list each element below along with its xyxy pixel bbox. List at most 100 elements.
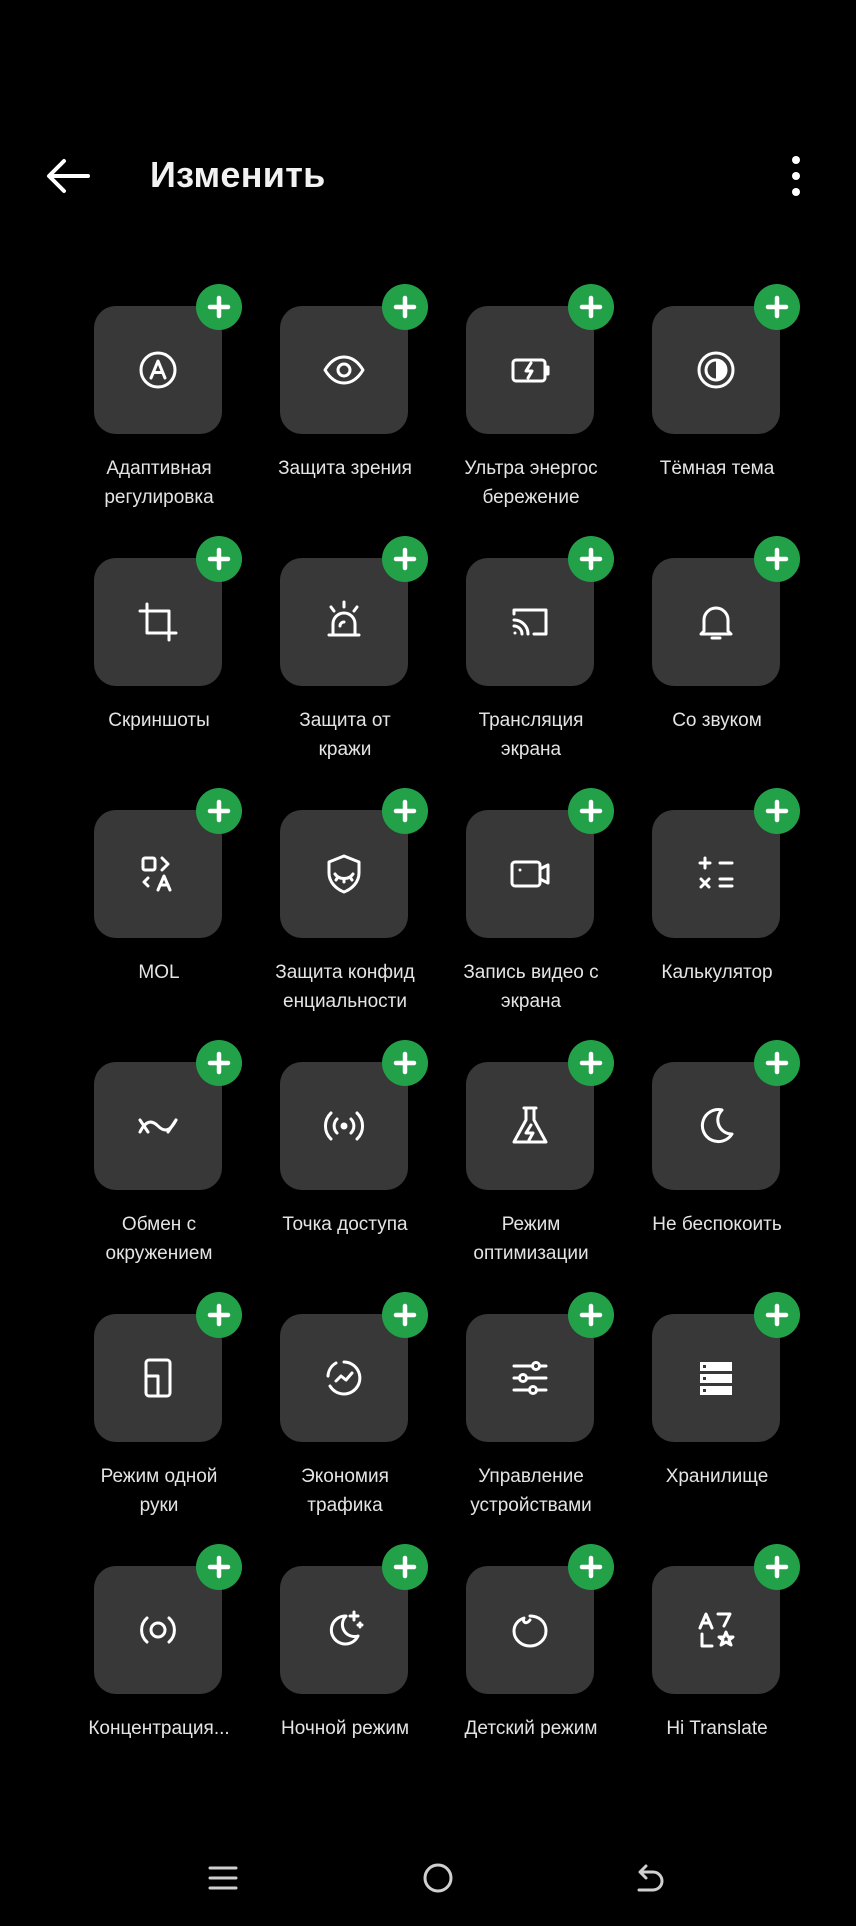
add-tile-button[interactable] bbox=[382, 1544, 428, 1590]
add-tile-button[interactable] bbox=[754, 1292, 800, 1338]
tile-button[interactable] bbox=[652, 558, 780, 686]
tile-button[interactable] bbox=[94, 810, 222, 938]
quick-setting-tile: Со звуком bbox=[624, 536, 810, 804]
tile-button[interactable] bbox=[652, 810, 780, 938]
tile-label: Ультра энергос бережение bbox=[464, 458, 598, 508]
plus-icon bbox=[765, 1303, 789, 1327]
tile-button[interactable] bbox=[280, 1062, 408, 1190]
plus-icon bbox=[579, 1051, 603, 1075]
tile-button[interactable] bbox=[280, 810, 408, 938]
one-hand-icon bbox=[144, 1358, 172, 1398]
plus-icon bbox=[207, 1303, 231, 1327]
add-tile-button[interactable] bbox=[196, 284, 242, 330]
nearby-share-icon bbox=[138, 1118, 178, 1134]
tile-label: Трансляция экрана bbox=[478, 710, 584, 760]
privacy-shield-icon bbox=[327, 854, 361, 894]
add-tile-button[interactable] bbox=[754, 536, 800, 582]
quick-setting-tile: Ночной режим bbox=[252, 1544, 438, 1812]
add-tile-button[interactable] bbox=[196, 1544, 242, 1590]
plus-icon bbox=[393, 799, 417, 823]
tile-label: Управление устройствами bbox=[470, 1466, 592, 1516]
quick-setting-tile: Режим оптимизации bbox=[438, 1040, 624, 1308]
plus-icon bbox=[765, 1555, 789, 1579]
add-tile-button[interactable] bbox=[382, 536, 428, 582]
add-tile-button[interactable] bbox=[568, 1544, 614, 1590]
add-tile-button[interactable] bbox=[382, 788, 428, 834]
quick-setting-tile: Ультра энергос бережение bbox=[438, 284, 624, 552]
plus-icon bbox=[207, 1555, 231, 1579]
tile-label: Защита зрения bbox=[278, 458, 412, 479]
back-button[interactable] bbox=[44, 150, 108, 202]
system-back-button[interactable] bbox=[620, 1850, 680, 1906]
calculator-icon bbox=[698, 856, 734, 889]
tile-button[interactable] bbox=[466, 1566, 594, 1694]
add-tile-button[interactable] bbox=[754, 1040, 800, 1086]
sliders-icon bbox=[512, 1361, 548, 1395]
add-tile-button[interactable] bbox=[754, 284, 800, 330]
more-options-button[interactable] bbox=[776, 148, 816, 204]
add-tile-button[interactable] bbox=[196, 788, 242, 834]
add-tile-button[interactable] bbox=[196, 1292, 242, 1338]
tile-label: Hi Translate bbox=[666, 1718, 768, 1739]
plus-icon bbox=[765, 1051, 789, 1075]
add-tile-button[interactable] bbox=[196, 536, 242, 582]
quick-setting-tile: Калькулятор bbox=[624, 788, 810, 1056]
tile-button[interactable] bbox=[652, 306, 780, 434]
quick-setting-tile: Экономия трафика bbox=[252, 1292, 438, 1560]
tile-button[interactable] bbox=[280, 558, 408, 686]
plus-icon bbox=[579, 295, 603, 319]
tile-button[interactable] bbox=[652, 1566, 780, 1694]
tile-button[interactable] bbox=[94, 306, 222, 434]
plus-icon bbox=[207, 547, 231, 571]
cast-icon bbox=[512, 608, 548, 636]
tile-button[interactable] bbox=[466, 558, 594, 686]
tile-label: Режим оптимизации bbox=[473, 1214, 589, 1264]
add-tile-button[interactable] bbox=[568, 1040, 614, 1086]
tile-button[interactable] bbox=[466, 1062, 594, 1190]
add-tile-button[interactable] bbox=[382, 284, 428, 330]
add-tile-button[interactable] bbox=[382, 1040, 428, 1086]
quick-setting-tile: Запись видео с экрана bbox=[438, 788, 624, 1056]
plus-icon bbox=[207, 295, 231, 319]
plus-icon bbox=[579, 1555, 603, 1579]
home-button[interactable] bbox=[408, 1850, 468, 1906]
tile-button[interactable] bbox=[94, 558, 222, 686]
quick-setting-tile: Защита от кражи bbox=[252, 536, 438, 804]
focus-icon bbox=[140, 1616, 176, 1644]
hi-translate-icon bbox=[698, 1612, 735, 1648]
plus-icon bbox=[579, 799, 603, 823]
add-tile-button[interactable] bbox=[568, 1292, 614, 1338]
tile-button[interactable] bbox=[94, 1062, 222, 1190]
quick-setting-tile: Защита зрения bbox=[252, 284, 438, 552]
menu-button[interactable] bbox=[193, 1850, 253, 1906]
plus-icon bbox=[765, 295, 789, 319]
tile-button[interactable] bbox=[652, 1314, 780, 1442]
tile-button[interactable] bbox=[280, 1566, 408, 1694]
tile-button[interactable] bbox=[94, 1314, 222, 1442]
add-tile-button[interactable] bbox=[196, 1040, 242, 1086]
tile-button[interactable] bbox=[280, 306, 408, 434]
add-tile-button[interactable] bbox=[382, 1292, 428, 1338]
back-return-icon bbox=[637, 1864, 664, 1892]
tile-button[interactable] bbox=[94, 1566, 222, 1694]
quick-setting-tile: Концентрация... bbox=[66, 1544, 252, 1812]
quick-setting-tile: Управление устройствами bbox=[438, 1292, 624, 1560]
add-tile-button[interactable] bbox=[754, 1544, 800, 1590]
battery-saver-icon bbox=[511, 358, 550, 383]
tile-label: Со звуком bbox=[672, 710, 762, 731]
add-tile-button[interactable] bbox=[568, 788, 614, 834]
add-tile-button[interactable] bbox=[568, 536, 614, 582]
add-tile-button[interactable] bbox=[568, 284, 614, 330]
tile-button[interactable] bbox=[652, 1062, 780, 1190]
tile-button[interactable] bbox=[280, 1314, 408, 1442]
tile-label: Концентрация... bbox=[88, 1718, 230, 1739]
tile-button[interactable] bbox=[466, 810, 594, 938]
tile-label: Тёмная тема bbox=[659, 458, 775, 479]
arrow-left-icon bbox=[47, 159, 90, 193]
quick-setting-tile: Детский режим bbox=[438, 1544, 624, 1812]
tile-label: Хранилище bbox=[665, 1466, 769, 1487]
tile-button[interactable] bbox=[466, 306, 594, 434]
add-tile-button[interactable] bbox=[754, 788, 800, 834]
tile-label: MOL bbox=[138, 962, 180, 983]
tile-button[interactable] bbox=[466, 1314, 594, 1442]
